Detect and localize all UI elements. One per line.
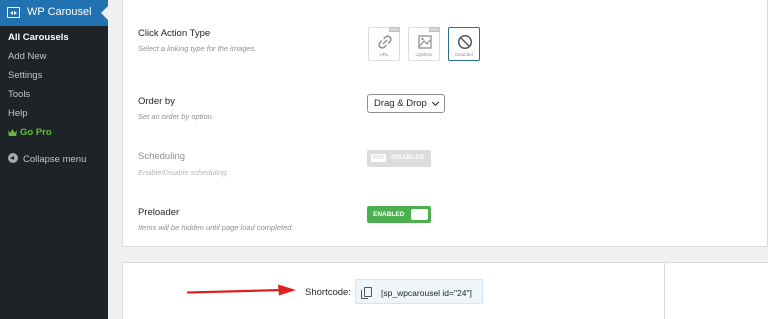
collapse-menu-label: Collapse menu xyxy=(23,154,87,165)
click-action-type-label: Click Action Type xyxy=(138,28,211,39)
preloader-state: ENABLED xyxy=(373,210,405,218)
shortcode-box[interactable]: [sp_wpcarousel id="24"] xyxy=(355,279,483,304)
click-action-type-desc: Select a linking type for the images. xyxy=(138,44,257,53)
order-by-value: Drag & Drop xyxy=(374,98,427,109)
pro-badge: PRO xyxy=(371,154,386,162)
collapse-arrow-icon xyxy=(8,153,18,163)
scheduling-desc: Enable/Disable scheduling. xyxy=(138,168,229,177)
settings-panel: Click Action Type Select a linking type … xyxy=(122,0,768,247)
preloader-desc: Items will be hidden until page load com… xyxy=(138,223,294,232)
scheduling-state: DISABLED xyxy=(391,154,425,161)
side-panel xyxy=(665,262,768,319)
shortcode-label: Shortcode: xyxy=(305,287,351,298)
lightbox-image-icon xyxy=(418,35,432,49)
click-action-disabled-option[interactable]: Disabled xyxy=(448,27,480,61)
order-by-desc: Set an order by option. xyxy=(138,112,214,121)
toggle-knob xyxy=(411,209,428,220)
click-action-url-option[interactable]: PRO URL xyxy=(368,27,400,61)
shortcode-value: [sp_wpcarousel id="24"] xyxy=(381,288,472,298)
carousel-icon xyxy=(7,7,20,18)
preloader-label: Preloader xyxy=(138,207,180,218)
order-by-label: Order by xyxy=(138,96,175,107)
pro-badge: PRO xyxy=(429,27,440,32)
copy-icon[interactable] xyxy=(361,287,372,299)
sidebar-item-settings[interactable]: Settings xyxy=(8,70,42,81)
sidebar-menu-title: WP Carousel xyxy=(27,6,92,18)
link-icon xyxy=(378,35,392,49)
click-action-lightbox-option[interactable]: PRO Lightbox xyxy=(408,27,440,61)
option-caption: Lightbox xyxy=(415,52,433,57)
scheduling-toggle[interactable]: PRO DISABLED xyxy=(367,150,431,167)
sidebar-item-add-new[interactable]: Add New xyxy=(8,51,47,62)
preloader-toggle[interactable]: ENABLED xyxy=(367,206,431,223)
crown-icon xyxy=(8,129,17,136)
sidebar-item-help[interactable]: Help xyxy=(8,108,28,119)
chevron-down-icon xyxy=(431,98,440,107)
current-menu-indicator xyxy=(101,6,108,20)
order-by-select[interactable]: Drag & Drop xyxy=(367,94,445,113)
sidebar-item-all-carousels[interactable]: All Carousels xyxy=(8,32,69,43)
pro-badge: PRO xyxy=(389,27,400,32)
sidebar-menu-wp-carousel[interactable]: WP Carousel xyxy=(0,0,108,26)
sidebar-item-tools[interactable]: Tools xyxy=(8,89,30,100)
disabled-icon xyxy=(457,34,473,50)
go-pro-label: Go Pro xyxy=(20,127,52,138)
collapse-menu-button[interactable]: Collapse menu xyxy=(8,153,86,165)
red-arrow-annotation xyxy=(186,284,296,296)
sidebar-item-go-pro[interactable]: Go Pro xyxy=(8,127,52,138)
option-caption: URL xyxy=(379,52,389,57)
scheduling-label: Scheduling xyxy=(138,151,186,162)
option-caption: Disabled xyxy=(455,52,473,57)
admin-sidebar: WP Carousel All Carousels Add New Settin… xyxy=(0,0,108,319)
